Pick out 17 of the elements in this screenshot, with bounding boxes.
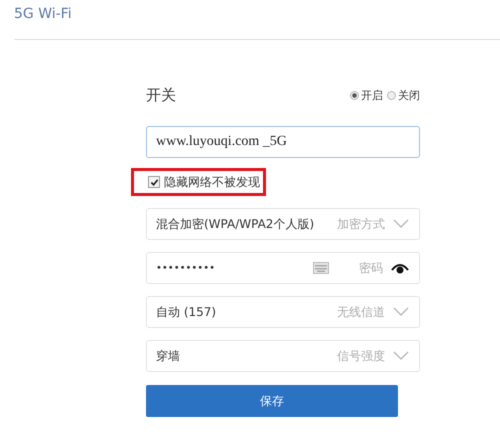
chevron-down-icon (393, 351, 409, 361)
password-field[interactable]: •••••••••• (156, 262, 313, 274)
save-button[interactable]: 保存 (146, 385, 398, 417)
eye-icon[interactable] (391, 262, 409, 274)
select-field[interactable]: 自动 (157) 无线信道 (146, 296, 420, 328)
field-label: 密码 (359, 260, 383, 276)
switch-label: 开关 (146, 86, 176, 104)
select-field[interactable]: 混合加密(WPA/WPA2个人版) 加密方式 (146, 208, 420, 240)
chevron-down-icon (393, 219, 409, 229)
select-field[interactable]: 穿墙 信号强度 (146, 340, 420, 372)
checkbox-label: 隐藏网络不被发现 (164, 174, 260, 190)
checkbox[interactable] (148, 176, 160, 188)
ssid-field[interactable]: www.luyouqi.com _5G (146, 126, 420, 158)
radio-option[interactable]: 关闭 (387, 88, 420, 102)
section-title: 5G Wi-Fi (14, 6, 72, 22)
chevron-down-icon (393, 307, 409, 317)
radio-option[interactable]: 开启 (350, 88, 383, 102)
